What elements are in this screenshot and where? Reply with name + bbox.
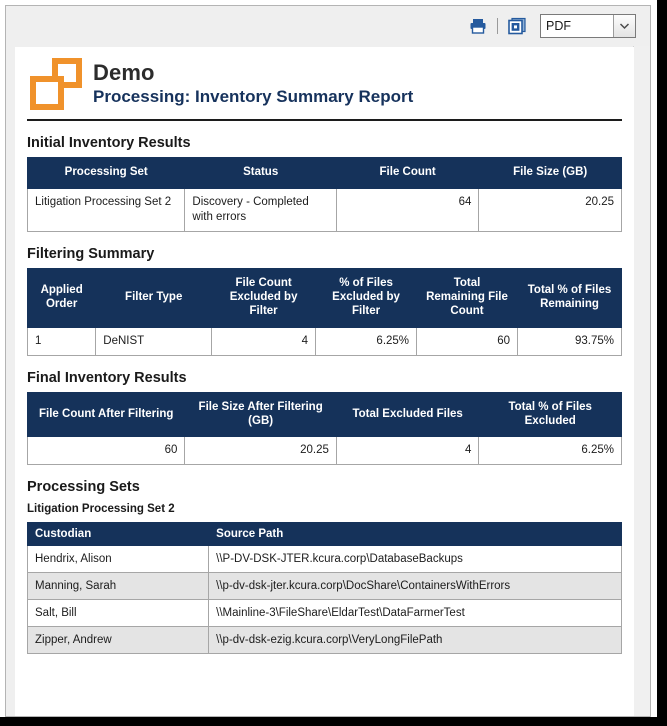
report-title: Demo xyxy=(93,59,155,85)
window-edge-bottom xyxy=(0,717,667,726)
final-inventory-table: File Count After Filtering File Size Aft… xyxy=(26,391,622,466)
section-heading-filtering-summary: Filtering Summary xyxy=(27,246,155,263)
cell-custodian: Hendrix, Alison xyxy=(26,545,210,574)
column-header-file-size-after-filtering: File Size After Filtering (GB) xyxy=(184,391,337,438)
export-format-select[interactable]: PDF xyxy=(540,14,636,38)
column-header-status: Status xyxy=(184,157,337,189)
column-header-total-pct-files-excluded: Total % of Files Excluded xyxy=(478,391,622,438)
report-toolbar: PDF xyxy=(6,6,650,46)
vertical-scrollbar[interactable] xyxy=(633,46,650,716)
relativity-logo xyxy=(29,57,83,111)
table-row: Manning, Sarah \\p-dv-dsk-jter.kcura.cor… xyxy=(26,572,622,601)
column-header-file-size: File Size (GB) xyxy=(478,157,622,189)
cell-source-path: \\p-dv-dsk-jter.kcura.corp\DocShare\Cont… xyxy=(208,572,622,601)
initial-inventory-table: Processing Set Status File Count File Si… xyxy=(26,157,622,233)
column-header-source-path: Source Path xyxy=(208,522,622,547)
export-save-icon[interactable] xyxy=(506,15,528,37)
table-row: Litigation Processing Set 2 Discovery - … xyxy=(26,187,622,233)
toolbar-divider xyxy=(497,18,498,34)
export-format-value: PDF xyxy=(546,19,571,33)
table-row: Zipper, Andrew \\p-dv-dsk-ezig.kcura.cor… xyxy=(26,626,622,655)
cell-file-count-excluded: 4 xyxy=(211,326,317,356)
report-viewer: PDF Demo Processing: Inventory Summary R… xyxy=(0,0,667,726)
window-edge-right xyxy=(657,0,667,726)
section-heading-initial-inventory: Initial Inventory Results xyxy=(27,135,191,151)
printer-icon[interactable] xyxy=(467,15,489,37)
filtering-summary-table: Applied Order Filter Type File Count Exc… xyxy=(26,268,622,356)
column-header-pct-files-excluded: % of Files Excluded by Filter xyxy=(315,268,418,328)
cell-source-path: \\p-dv-dsk-ezig.kcura.corp\VeryLongFileP… xyxy=(208,626,622,655)
column-header-file-count-after-filtering: File Count After Filtering xyxy=(26,391,186,438)
section-heading-final-inventory: Final Inventory Results xyxy=(27,369,187,386)
custodian-table: Custodian Source Path Hendrix, Alison \\… xyxy=(26,522,622,655)
column-header-total-remaining-count: Total Remaining File Count xyxy=(416,268,518,328)
cell-source-path: \\P-DV-DSK-JTER.kcura.corp\DatabaseBacku… xyxy=(208,545,622,574)
cell-total-pct-excluded: 6.25% xyxy=(478,436,622,466)
table-header-row: Custodian Source Path xyxy=(26,522,622,547)
chevron-down-icon[interactable] xyxy=(613,15,635,37)
column-header-total-pct-remaining: Total % of Files Remaining xyxy=(517,268,622,328)
cell-applied-order: 1 xyxy=(26,326,97,356)
table-row: Salt, Bill \\Mainline-3\FileShare\EldarT… xyxy=(26,599,622,628)
table-header-row: File Count After Filtering File Size Aft… xyxy=(26,391,622,438)
cell-total-remaining-count: 60 xyxy=(416,326,518,356)
cell-total-pct-remaining: 93.75% xyxy=(517,326,622,356)
report-subtitle: Processing: Inventory Summary Report xyxy=(93,87,414,107)
cell-pct-files-excluded: 6.25% xyxy=(315,326,418,356)
report-header: Demo Processing: Inventory Summary Repor… xyxy=(27,47,622,121)
cell-total-excluded: 4 xyxy=(335,436,480,466)
table-row: 1 DeNIST 4 6.25% 60 93.75% xyxy=(26,326,622,356)
section-heading-processing-sets: Processing Sets xyxy=(27,479,140,496)
cell-file-size-after: 20.25 xyxy=(184,436,337,466)
cell-custodian: Salt, Bill xyxy=(26,599,210,628)
column-header-file-count-excluded: File Count Excluded by Filter xyxy=(211,268,317,328)
cell-status: Discovery - Completed with errors xyxy=(184,187,337,233)
report-page: Demo Processing: Inventory Summary Repor… xyxy=(15,47,634,716)
cell-file-size: 20.25 xyxy=(478,187,622,233)
processing-set-name: Litigation Processing Set 2 xyxy=(27,503,175,516)
cell-custodian: Zipper, Andrew xyxy=(26,626,210,655)
column-header-custodian: Custodian xyxy=(26,522,210,547)
cell-file-count: 64 xyxy=(335,187,480,233)
report-chrome: PDF Demo Processing: Inventory Summary R… xyxy=(5,5,651,717)
cell-processing-set: Litigation Processing Set 2 xyxy=(26,187,186,233)
table-row: 60 20.25 4 6.25% xyxy=(26,436,622,466)
column-header-file-count: File Count xyxy=(335,157,480,189)
column-header-applied-order: Applied Order xyxy=(26,268,97,328)
column-header-total-excluded-files: Total Excluded Files xyxy=(335,391,480,438)
cell-filter-type: DeNIST xyxy=(95,326,213,356)
column-header-filter-type: Filter Type xyxy=(95,268,213,328)
cell-source-path: \\Mainline-3\FileShare\EldarTest\DataFar… xyxy=(208,599,622,628)
cell-file-count-after: 60 xyxy=(26,436,186,466)
column-header-processing-set: Processing Set xyxy=(26,157,186,189)
table-row: Hendrix, Alison \\P-DV-DSK-JTER.kcura.co… xyxy=(26,545,622,574)
table-header-row: Processing Set Status File Count File Si… xyxy=(26,157,622,189)
cell-custodian: Manning, Sarah xyxy=(26,572,210,601)
table-header-row: Applied Order Filter Type File Count Exc… xyxy=(26,268,622,328)
